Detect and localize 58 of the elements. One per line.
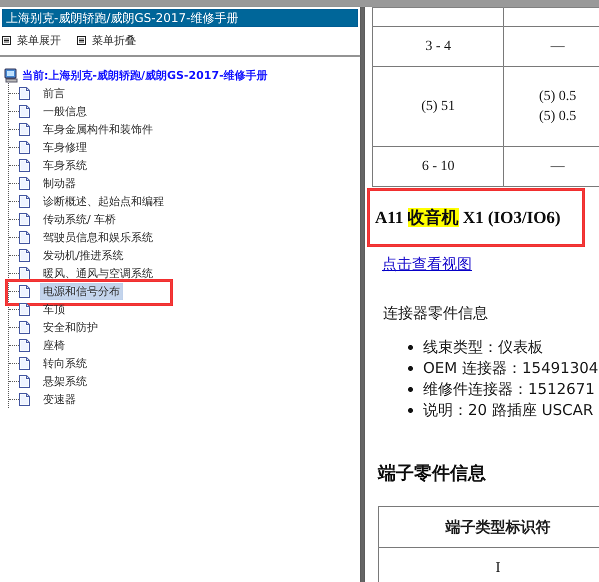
tree-item[interactable]: 制动器 [40,174,79,192]
page-icon [19,248,30,262]
tree-item[interactable]: 悬架系统 [40,372,90,390]
bullet-icon [408,366,413,371]
tree-item[interactable]: 车身修理 [40,138,90,156]
tree-item[interactable]: 电源和信号分布 [40,282,123,300]
page-icon [19,230,30,244]
bullet-icon [408,387,413,392]
tree-item[interactable]: 一般信息 [40,102,90,120]
tree-item[interactable]: 转向系统 [40,354,90,372]
page-icon [19,284,30,298]
list-icon [77,36,86,44]
tree-item[interactable]: 变速器 [40,390,79,408]
page-icon [19,122,30,136]
tree-root-label[interactable]: 当前:上海别克-威朗轿跑/威朗GS-2017-维修手册 [22,68,268,82]
connector-info: OEM 连接器：15491304 [423,359,598,378]
connector-info: 说明：20 路插座 USCAR [423,401,594,420]
menu-button[interactable]: 菜单折叠 [77,33,136,47]
tree-item[interactable]: 安全和防护 [40,318,101,336]
page-icon [19,356,30,370]
tree-item[interactable]: 车身金属构件和装饰件 [40,120,156,138]
page-icon [19,176,30,190]
page-icon [19,302,30,316]
page-icon [19,104,30,118]
page-icon [19,194,30,208]
page-icon [19,212,30,226]
terminal-title: 端子零件信息 [378,462,487,485]
table-cell: 3 - 4 [372,26,504,66]
page-icon [19,320,30,334]
page-icon [19,158,30,172]
bullet-icon [408,408,413,413]
column-header: 端子类型标识符 [378,506,599,548]
tree-item[interactable]: 传动系统/ 车桥 [40,210,120,228]
connector-info: 维修件连接器：1512671 [423,380,595,399]
computer-icon [4,68,18,82]
manual-title: 上海别克-威朗轿跑/威朗GS-2017-维修手册 [2,9,358,27]
tree-item[interactable]: 诊断概述、起始点和编程 [40,192,167,210]
page-icon [19,374,30,388]
tree-item[interactable]: 暖风、通风与空调系统 [40,264,156,282]
tree-item[interactable]: 驾驶员信息和娱乐系统 [40,228,156,246]
table-cell: (5) 51 [372,66,504,146]
page-icon [19,266,30,280]
tree-item[interactable]: 发动机/推进系统 [40,246,127,264]
connector-title: 连接器零件信息 [383,304,489,323]
connector-info: 线束类型：仪表板 [423,338,543,357]
view-link[interactable]: 点击查看视图 [382,255,472,274]
table-cell: 6 - 10 [372,146,504,186]
list-icon [2,36,11,44]
tree-item[interactable]: 车顶 [40,300,68,318]
page-icon [19,338,30,352]
page-icon [19,86,30,100]
tree-item[interactable]: 前言 [40,84,68,102]
menu-button[interactable]: 菜单展开 [2,33,61,47]
page-icon [19,140,30,154]
page-icon [19,392,30,406]
bullet-icon [408,345,413,350]
tree-item[interactable]: 车身系统 [40,156,90,174]
tree-item[interactable]: 座椅 [40,336,68,354]
